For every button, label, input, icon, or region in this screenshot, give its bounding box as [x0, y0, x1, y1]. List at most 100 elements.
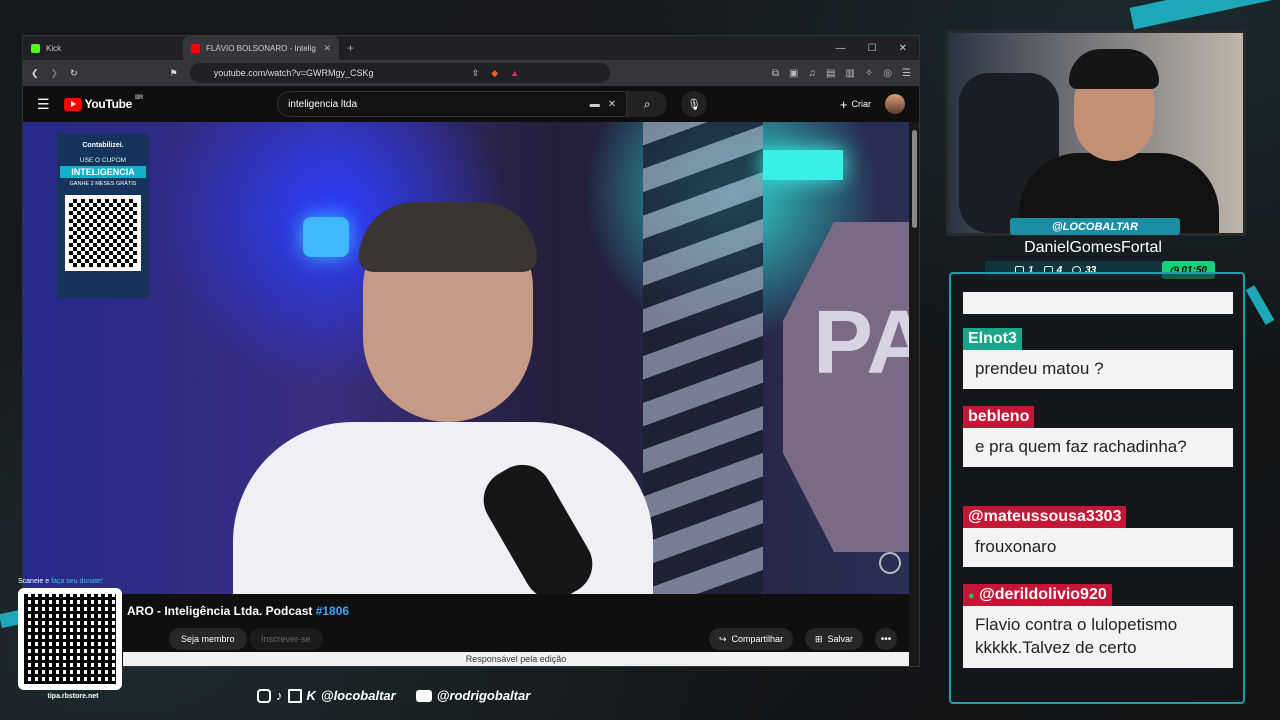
chat-message: @mateussousa3303 frouxonaro: [963, 506, 1233, 567]
voice-search-button[interactable]: 🎙: [681, 91, 708, 117]
instagram-icon: [257, 688, 271, 703]
share-label: Compartilhar: [731, 634, 784, 644]
search-actions: ▬ ✕: [590, 99, 616, 110]
social-handles: ♪ K @locobaltar @rodrigobaltar: [257, 688, 530, 703]
video-info: ARO - Inteligência Ltda. Podcast #1806 S…: [23, 594, 909, 666]
chat-message: ● @derildolivio920 Flavio contra o lulop…: [963, 584, 1233, 668]
more-actions-button[interactable]: •••: [875, 628, 897, 650]
share-page-icon[interactable]: ⇪: [472, 68, 480, 79]
donation-qr-code: [18, 588, 122, 690]
twitch-icon: [287, 688, 302, 703]
avatar[interactable]: [885, 94, 905, 114]
video-hashtag[interactable]: #1806: [316, 604, 349, 618]
donation-url: tipa.rbstore.net: [47, 693, 99, 700]
extension-icon[interactable]: ▣: [789, 68, 798, 79]
subscribe-button[interactable]: Inscrever-se: [249, 628, 323, 650]
chat-text: frouxonaro: [963, 528, 1233, 567]
badge-icon: ●: [968, 590, 975, 602]
extension-icon[interactable]: ⧉: [772, 68, 779, 79]
menu-icon[interactable]: ☰: [902, 68, 911, 79]
bookmark-icon[interactable]: ⚑: [170, 68, 178, 79]
kick-handle: @locobaltar: [320, 688, 396, 703]
sponsor-overlay: Contabilizei. USE O CUPOM INTELIGENCIA G…: [57, 134, 149, 298]
close-tab-icon[interactable]: ✕: [323, 43, 331, 54]
tab-label: Kick: [46, 43, 62, 53]
mic-icon: 🎙: [687, 98, 702, 111]
donation-caption-a: Scaneie e: [18, 578, 52, 585]
tab-youtube[interactable]: FLÁVIO BOLSONARO - Inteligência ✕: [183, 36, 339, 60]
brave-shield-icon[interactable]: ◆: [491, 68, 498, 79]
chat-message-cut: [963, 292, 1233, 314]
keyboard-icon[interactable]: ▬: [590, 99, 600, 110]
save-button[interactable]: ⊞ Salvar: [805, 628, 864, 650]
chat-message: bebleno e pra quem faz rachadinha?: [963, 406, 1233, 467]
address-bar: ❮ ❯ ↻ ⚑ youtube.com/watch?v=GWRMgy_CSKg …: [23, 60, 919, 86]
kick-icon: K: [306, 688, 316, 703]
music-icon[interactable]: ♫: [809, 68, 817, 79]
minimize-icon[interactable]: —: [836, 43, 846, 54]
vpn-icon[interactable]: ◎: [883, 68, 892, 79]
youtube-handle: @rodrigobaltar: [436, 688, 531, 703]
url-field[interactable]: youtube.com/watch?v=GWRMgy_CSKg: [189, 63, 610, 83]
sign-text: PA: [813, 293, 909, 393]
kick-icon: [31, 43, 40, 53]
donation-caption: Scaneie e faça seu donate!: [18, 578, 128, 585]
video-player[interactable]: PA Contabilizei. USE O CUPOM INTELIGENCI…: [23, 122, 909, 594]
chat-overlay: Elnot3 prendeu matou ? bebleno e pra que…: [949, 272, 1245, 704]
chat-text: Flavio contra o lulopetismo kkkkk.Talvez…: [963, 606, 1233, 668]
chat-text: prendeu matou ?: [963, 350, 1233, 389]
chat-username: Elnot3: [963, 328, 1022, 350]
youtube-icon: [191, 43, 200, 53]
striped-panel: [643, 122, 763, 594]
scrollbar-thumb[interactable]: [912, 130, 917, 228]
sponsor-brand: Contabilizei.: [82, 142, 124, 149]
video-title-text: ARO - Inteligência Ltda. Podcast: [127, 604, 316, 618]
save-label: Salvar: [827, 634, 854, 644]
maximize-icon[interactable]: ☐: [868, 43, 877, 54]
forward-icon[interactable]: ❯: [51, 68, 59, 79]
clear-search-icon[interactable]: ✕: [608, 99, 616, 110]
rewards-icon[interactable]: ▲: [510, 68, 519, 78]
create-button[interactable]: + Criar: [840, 97, 871, 112]
coupon-caption: USE O CUPOM: [79, 157, 127, 164]
sidebar-icon[interactable]: ▤: [826, 68, 835, 79]
tab-kick[interactable]: Kick: [23, 36, 183, 60]
coupon-code: INTELIGENCIA: [60, 166, 146, 178]
sponsor-qr-code: [65, 195, 141, 271]
bookmark-add-icon: ⊞: [815, 633, 823, 644]
browser-window: Kick FLÁVIO BOLSONARO - Inteligência ✕ +…: [22, 35, 920, 667]
chat-username: @mateussousa3303: [963, 506, 1127, 528]
guest: [233, 182, 653, 594]
leo-icon[interactable]: ✧: [865, 68, 873, 79]
channel-watermark-icon[interactable]: [879, 552, 901, 574]
tab-bar: Kick FLÁVIO BOLSONARO - Inteligência ✕ +…: [23, 36, 919, 60]
coupon-offer: GANHE 2 MESES GRÁTIS: [69, 181, 137, 187]
latest-follower: DanielGomesFortal: [1024, 239, 1162, 256]
youtube-icon: [415, 689, 432, 702]
video-title: ARO - Inteligência Ltda. Podcast #1806: [127, 604, 349, 618]
search-button[interactable]: ⌕: [627, 91, 668, 117]
wallet-icon[interactable]: ▥: [845, 68, 854, 79]
chat-text: e pra quem faz rachadinha?: [963, 428, 1233, 467]
country-code: BR: [135, 95, 144, 101]
donation-panel: Scaneie e faça seu donate! tipa.rbstore.…: [18, 578, 128, 704]
social-kick: ♪ K @locobaltar: [257, 688, 396, 703]
hamburger-icon[interactable]: ☰: [37, 96, 50, 113]
new-tab-button[interactable]: +: [339, 41, 362, 55]
create-label: Criar: [851, 99, 872, 109]
edit-credit: Responsável pela edição: [123, 652, 909, 666]
chat-username: bebleno: [963, 406, 1035, 428]
search-input[interactable]: inteligencia ltda ▬ ✕: [277, 91, 628, 117]
reload-icon[interactable]: ↻: [70, 68, 78, 79]
join-button[interactable]: Seja membro: [169, 628, 247, 650]
share-button[interactable]: ↪ Compartilhar: [709, 628, 794, 650]
youtube-logo[interactable]: YouTube BR: [63, 95, 144, 111]
share-icon: ↪: [719, 633, 727, 644]
window-controls: — ☐ ✕: [836, 43, 919, 54]
close-window-icon[interactable]: ✕: [899, 43, 907, 54]
chat-username: ● @derildolivio920: [963, 584, 1112, 606]
teal-lamp: [763, 150, 843, 180]
back-icon[interactable]: ❮: [31, 68, 39, 79]
plus-icon: +: [839, 96, 848, 112]
webcam-feed: [946, 30, 1246, 236]
